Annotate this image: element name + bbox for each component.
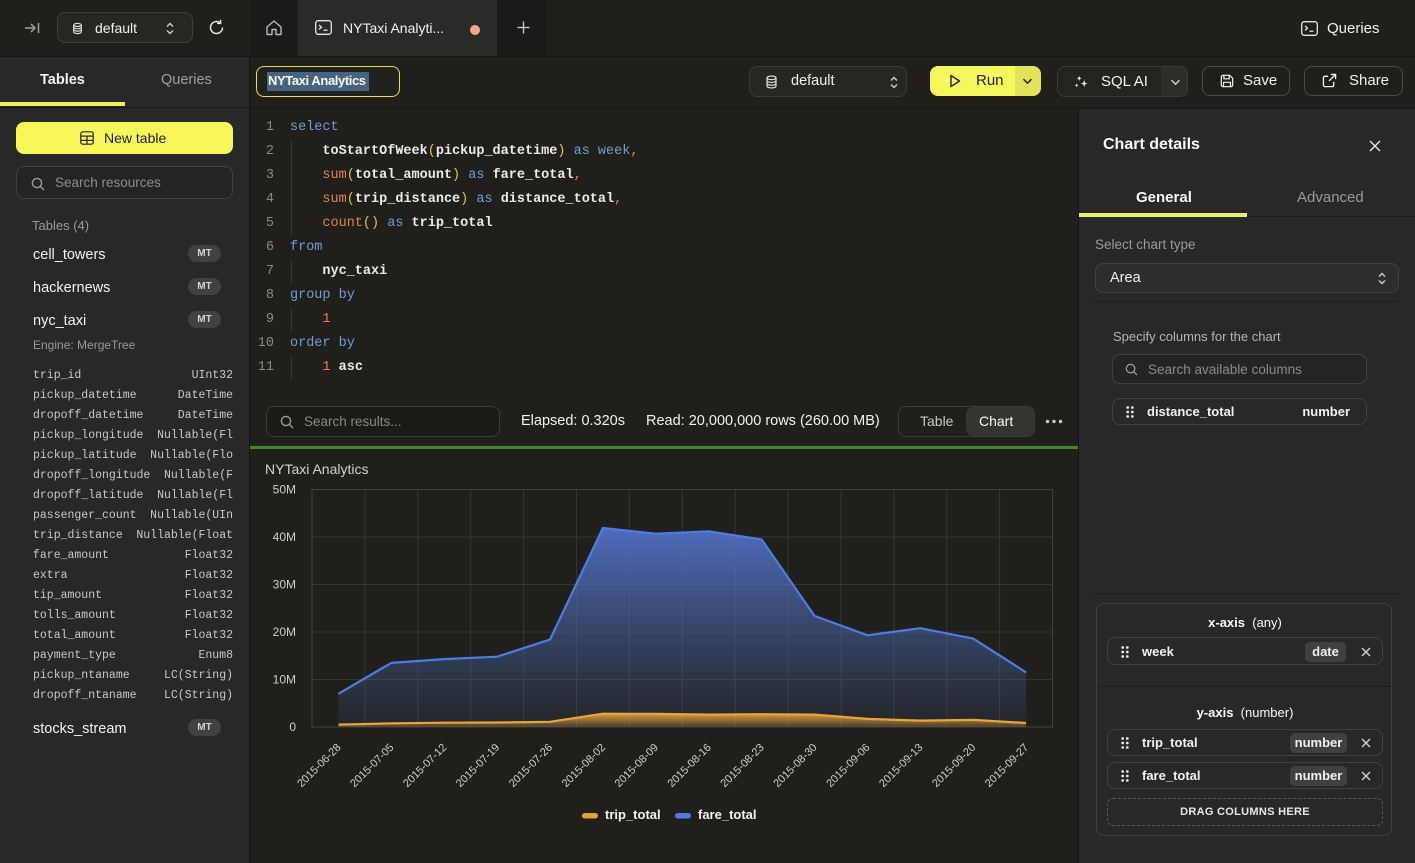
svg-text:2015-06-28: 2015-06-28 xyxy=(295,742,343,790)
svg-text:2015-08-09: 2015-08-09 xyxy=(613,742,661,790)
svg-text:2015-08-16: 2015-08-16 xyxy=(666,742,714,790)
svg-text:2015-07-05: 2015-07-05 xyxy=(348,742,396,790)
svg-text:40M: 40M xyxy=(273,530,296,544)
svg-text:2015-08-30: 2015-08-30 xyxy=(771,742,819,790)
svg-text:2015-09-13: 2015-09-13 xyxy=(877,742,925,790)
svg-text:trip_total: trip_total xyxy=(605,807,661,822)
svg-text:2015-08-23: 2015-08-23 xyxy=(718,742,766,790)
svg-text:2015-09-20: 2015-09-20 xyxy=(930,742,978,790)
svg-text:10M: 10M xyxy=(273,673,296,687)
svg-text:20M: 20M xyxy=(273,625,296,639)
svg-text:2015-09-27: 2015-09-27 xyxy=(983,742,1031,790)
svg-text:0: 0 xyxy=(289,720,296,734)
svg-text:2015-07-12: 2015-07-12 xyxy=(401,742,449,790)
svg-text:fare_total: fare_total xyxy=(698,807,757,822)
svg-text:2015-08-02: 2015-08-02 xyxy=(560,742,608,790)
svg-text:2015-07-19: 2015-07-19 xyxy=(454,742,502,790)
svg-text:50M: 50M xyxy=(273,483,296,497)
svg-text:30M: 30M xyxy=(273,578,296,592)
svg-text:2015-09-06: 2015-09-06 xyxy=(824,742,872,790)
svg-text:2015-07-26: 2015-07-26 xyxy=(507,742,555,790)
